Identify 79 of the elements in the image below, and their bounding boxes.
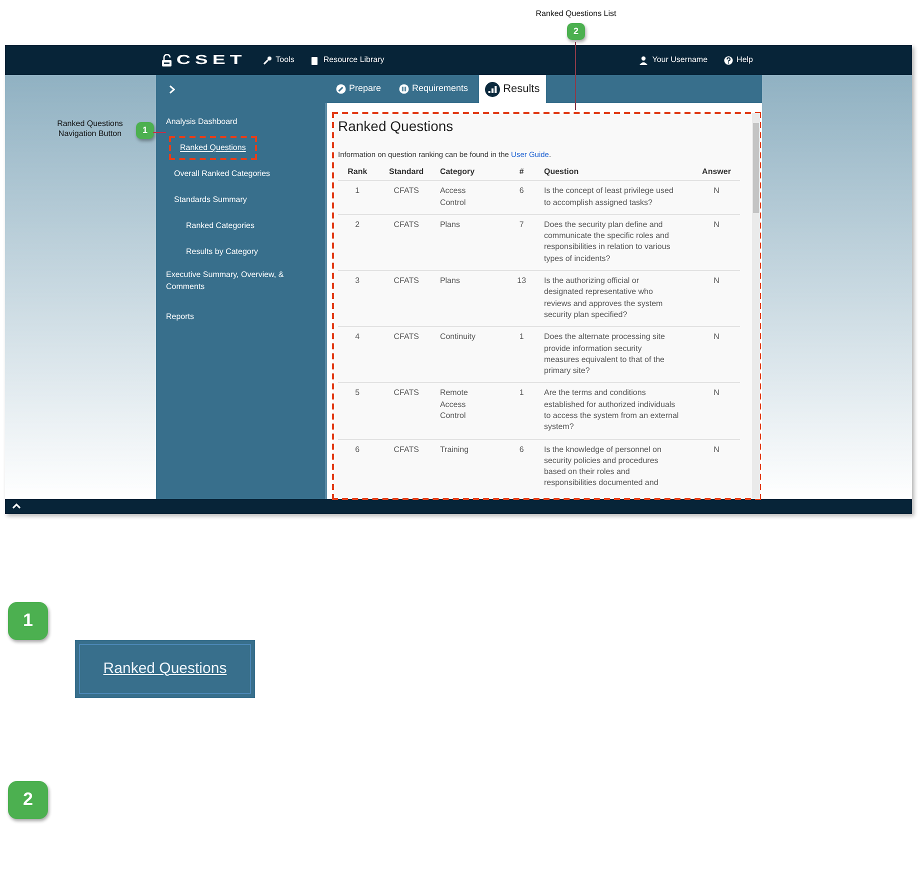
help-icon bbox=[724, 56, 733, 64]
brand-logo: CSET bbox=[176, 51, 246, 70]
sidebar-link[interactable]: Reports bbox=[164, 308, 196, 326]
leader-line bbox=[575, 42, 576, 110]
nav-link[interactable]: Tools bbox=[262, 54, 294, 66]
table-cell: Remote Access Control bbox=[436, 382, 504, 440]
sidebar-link[interactable]: Executive Summary, Overview, & Comments bbox=[164, 266, 321, 296]
nav-link[interactable]: Your Username bbox=[639, 54, 708, 66]
user-icon bbox=[639, 56, 648, 64]
column-header: Question bbox=[540, 164, 694, 181]
list-circle-icon bbox=[399, 84, 410, 94]
table-cell: 4 bbox=[338, 326, 377, 383]
sidebar-link[interactable]: Ranked Categories bbox=[184, 217, 256, 235]
table-cell: 5 bbox=[338, 382, 377, 440]
tab[interactable]: Prepare bbox=[329, 75, 388, 103]
number-marker: 2 bbox=[567, 23, 585, 40]
callout-label: Ranked Questions Navigation Button bbox=[56, 119, 124, 139]
table-cell: 6 bbox=[503, 180, 540, 214]
tab[interactable]: Results bbox=[479, 75, 546, 103]
table-cell: 6 bbox=[503, 439, 540, 495]
sidebar-link[interactable]: Analysis Dashboard bbox=[164, 113, 240, 131]
table-cell: Is the knowledge of personnel on security policies and procedures based on their roles and responsibilities documented and bbox=[540, 439, 694, 495]
table-cell: N bbox=[693, 214, 740, 271]
number-marker: 1 bbox=[136, 122, 154, 139]
lock-icon bbox=[161, 54, 172, 66]
column-header: Rank bbox=[338, 164, 377, 181]
number-marker: 1 bbox=[8, 602, 48, 640]
column-header: Standard bbox=[376, 164, 436, 181]
preview-link-text: Ranked Questions bbox=[103, 658, 227, 679]
table-cell: Plans bbox=[436, 270, 504, 327]
table-cell: 2 bbox=[338, 214, 377, 271]
chevron-right-icon bbox=[169, 84, 175, 94]
table-cell: Does the security plan define and communicate the specific roles and responsibilities in relation to various types of incidents? bbox=[540, 214, 694, 271]
callout-label: Ranked Questions List bbox=[536, 9, 616, 19]
wrench-icon bbox=[262, 56, 272, 64]
table-cell: 1 bbox=[503, 326, 540, 383]
sidebar-link[interactable]: Overall Ranked Categories bbox=[172, 165, 272, 183]
tab[interactable]: Requirements bbox=[392, 75, 476, 103]
table-cell: Access Control bbox=[436, 180, 504, 214]
sidebar-link[interactable]: Ranked Questions bbox=[172, 139, 254, 157]
table-cell: N bbox=[693, 270, 740, 327]
table-cell: CFATS bbox=[376, 439, 436, 495]
table-cell: N bbox=[693, 180, 740, 214]
number-marker: 2 bbox=[8, 780, 48, 819]
table-cell: Are the terms and conditions established for authorized individuals to access the system from an external system? bbox=[540, 382, 694, 440]
nav-link[interactable]: Resource Library bbox=[310, 54, 384, 66]
column-header: # bbox=[503, 164, 540, 181]
table-cell: 13 bbox=[503, 270, 540, 327]
panel-title: Ranked Questions bbox=[338, 117, 454, 136]
table-cell: 1 bbox=[338, 180, 377, 214]
nav-link[interactable]: Help bbox=[724, 54, 753, 66]
table-cell: N bbox=[693, 439, 740, 495]
bar-chart-circle-icon bbox=[485, 82, 500, 96]
column-header: Category bbox=[436, 164, 504, 181]
table-cell: 6 bbox=[338, 439, 377, 495]
leader-line bbox=[153, 132, 166, 133]
table-cell: CFATS bbox=[376, 382, 436, 440]
sidebar-link[interactable]: Standards Summary bbox=[172, 191, 249, 209]
table-cell: Is the authorizing official or designated representative who reviews and approves the system security plan specified? bbox=[540, 270, 694, 327]
chevron-up-icon bbox=[12, 503, 21, 510]
table-cell: CFATS bbox=[376, 326, 436, 383]
book-icon bbox=[310, 56, 320, 64]
pencil-circle-icon bbox=[336, 84, 346, 94]
table-cell: CFATS bbox=[376, 180, 436, 214]
table-cell: 7 bbox=[503, 214, 540, 271]
sidebar-link[interactable]: Results by Category bbox=[184, 243, 260, 261]
table-cell: 1 bbox=[503, 382, 540, 440]
table-cell: CFATS bbox=[376, 214, 436, 271]
table-cell: Continuity bbox=[436, 326, 504, 383]
table-cell: CFATS bbox=[376, 270, 436, 327]
table-cell: Training bbox=[436, 439, 504, 495]
column-header: Answer bbox=[693, 164, 740, 181]
table-cell: Does the alternate processing site provide information security measures equivalent to that of the primary site? bbox=[540, 326, 694, 383]
table-cell: Is the concept of least privilege used to accomplish assigned tasks? bbox=[540, 180, 694, 214]
table-cell: Plans bbox=[436, 214, 504, 271]
table-cell: N bbox=[693, 326, 740, 383]
scrollbar[interactable] bbox=[752, 113, 760, 499]
table-cell: 3 bbox=[338, 270, 377, 327]
table-cell: N bbox=[693, 382, 740, 440]
